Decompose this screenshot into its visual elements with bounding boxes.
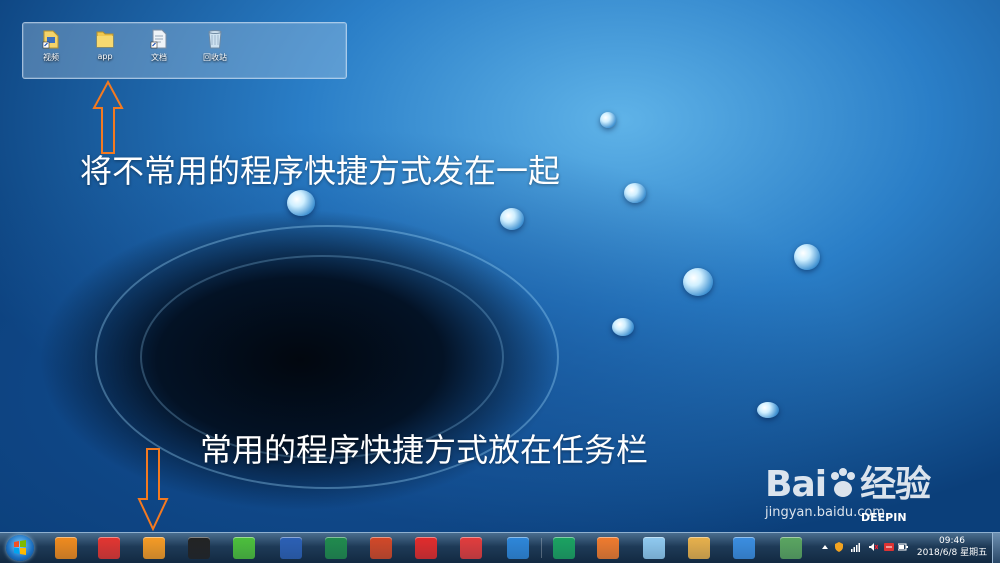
- powerpoint-icon[interactable]: [370, 537, 392, 559]
- security-shield-icon[interactable]: [834, 542, 844, 552]
- red-g-app-icon[interactable]: [98, 537, 120, 559]
- desktop-icon-video[interactable]: 视频: [31, 27, 71, 63]
- desktop-icon-label: 视频: [43, 53, 59, 62]
- wps-spreadsheet-icon[interactable]: [553, 537, 575, 559]
- qq-icon[interactable]: [188, 537, 210, 559]
- volume-muted-icon[interactable]: [868, 542, 878, 552]
- desktop-fence[interactable]: 视频 app 文档 回收站: [22, 22, 347, 79]
- word-icon[interactable]: [280, 537, 302, 559]
- video-shortcut-icon: [42, 30, 59, 49]
- wechat-icon[interactable]: [233, 537, 255, 559]
- desktop-icon-label: app: [97, 52, 113, 61]
- water-drop: [624, 183, 646, 203]
- xmind-icon[interactable]: [460, 537, 482, 559]
- desktop-icon-app[interactable]: app: [85, 27, 125, 61]
- wps-writer-icon[interactable]: [507, 537, 529, 559]
- desktop-icon-label: 文档: [151, 53, 167, 62]
- up-arrow-annotation: [92, 80, 124, 154]
- document-shortcut-icon: [150, 29, 167, 49]
- baidu-jingyan-watermark: Bai 经验 jingyan.baidu.com DEEPIN: [765, 455, 955, 530]
- search-app-icon[interactable]: [55, 537, 77, 559]
- desktop-icon-label: 回收站: [203, 53, 227, 62]
- show-desktop-button[interactable]: [992, 533, 1000, 563]
- show-hidden-icons-icon[interactable]: [820, 542, 830, 552]
- netease-music-icon[interactable]: [415, 537, 437, 559]
- watermark-brand: Bai 经验: [765, 464, 931, 505]
- clock-date: 2018/6/8 星期五: [916, 548, 988, 558]
- annotation-common-shortcuts: 常用的程序快捷方式放在任务栏: [200, 431, 649, 469]
- windows-logo-icon: [14, 540, 26, 555]
- input-method-icon[interactable]: [884, 542, 894, 552]
- monitor-app-icon[interactable]: [780, 537, 802, 559]
- paint-icon[interactable]: [688, 537, 710, 559]
- notes-icon[interactable]: [643, 537, 665, 559]
- taskbar: 09:46 2018/6/8 星期五: [0, 532, 1000, 563]
- desktop-icon-recycle-bin[interactable]: 回收站: [195, 27, 235, 63]
- recycle-bin-icon: [208, 30, 222, 49]
- app-launcher-icon[interactable]: [733, 537, 755, 559]
- water-drop: [500, 208, 524, 230]
- down-arrow-annotation: [137, 448, 169, 531]
- start-button[interactable]: [6, 535, 34, 561]
- water-drop: [612, 318, 634, 336]
- uc-browser-icon[interactable]: [143, 537, 165, 559]
- baidu-paw-icon: [831, 468, 856, 497]
- water-drop: [287, 190, 315, 216]
- taskbar-clock[interactable]: 09:46 2018/6/8 星期五: [912, 535, 992, 559]
- water-drop: [600, 112, 616, 128]
- water-drop: [794, 244, 820, 270]
- clock-time: 09:46: [939, 536, 965, 546]
- water-drop: [683, 268, 713, 296]
- excel-icon[interactable]: [325, 537, 347, 559]
- folder-icon: [96, 31, 114, 48]
- desktop-icon-documents[interactable]: 文档: [139, 27, 179, 63]
- annotation-uncommon-shortcuts: 将不常用的程序快捷方式发在一起: [80, 152, 561, 190]
- network-icon[interactable]: [850, 542, 860, 552]
- watermark-tag: DEEPIN: [861, 511, 907, 524]
- water-drop: [757, 402, 779, 418]
- taskbar-separator: [541, 538, 542, 558]
- desktop[interactable]: 视频 app 文档 回收站 将不常用的程序快捷方式发在一起 常用的程序快捷方式放…: [0, 0, 1000, 532]
- battery-icon[interactable]: [898, 542, 908, 552]
- wps-presentation-icon[interactable]: [597, 537, 619, 559]
